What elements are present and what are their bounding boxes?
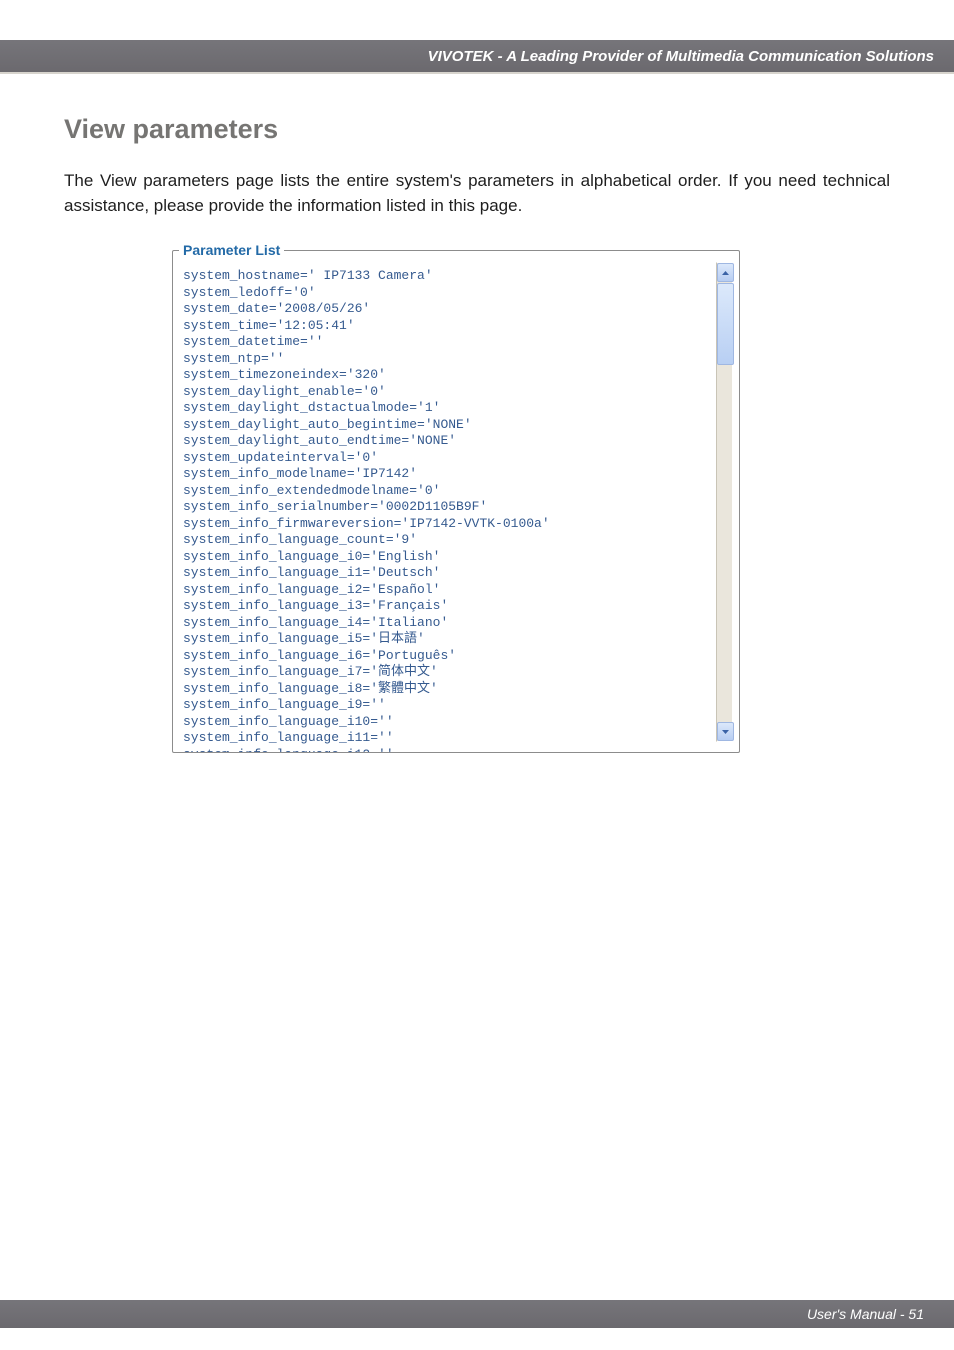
scroll-down-button[interactable]: [717, 722, 734, 741]
scroll-up-button[interactable]: [717, 263, 734, 282]
parameter-list-viewport: system_hostname=' IP7133 Camera' system_…: [179, 262, 713, 752]
page-number: User's Manual - 51: [807, 1306, 924, 1322]
parameter-list-panel: Parameter List system_hostname=' IP7133 …: [172, 242, 740, 753]
section-description: The View parameters page lists the entir…: [64, 169, 890, 218]
scrollbar[interactable]: [716, 262, 733, 742]
doc-header-text: VIVOTEK - A Leading Provider of Multimed…: [428, 48, 934, 65]
chevron-down-icon: [722, 730, 729, 734]
doc-header: VIVOTEK - A Leading Provider of Multimed…: [0, 40, 954, 74]
parameter-list-legend: Parameter List: [179, 242, 284, 258]
chevron-up-icon: [722, 271, 729, 275]
parameter-text: system_hostname=' IP7133 Camera' system_…: [183, 268, 713, 752]
page-title: View parameters: [64, 114, 890, 145]
doc-footer: User's Manual - 51: [0, 1300, 954, 1328]
scroll-thumb[interactable]: [717, 283, 734, 365]
